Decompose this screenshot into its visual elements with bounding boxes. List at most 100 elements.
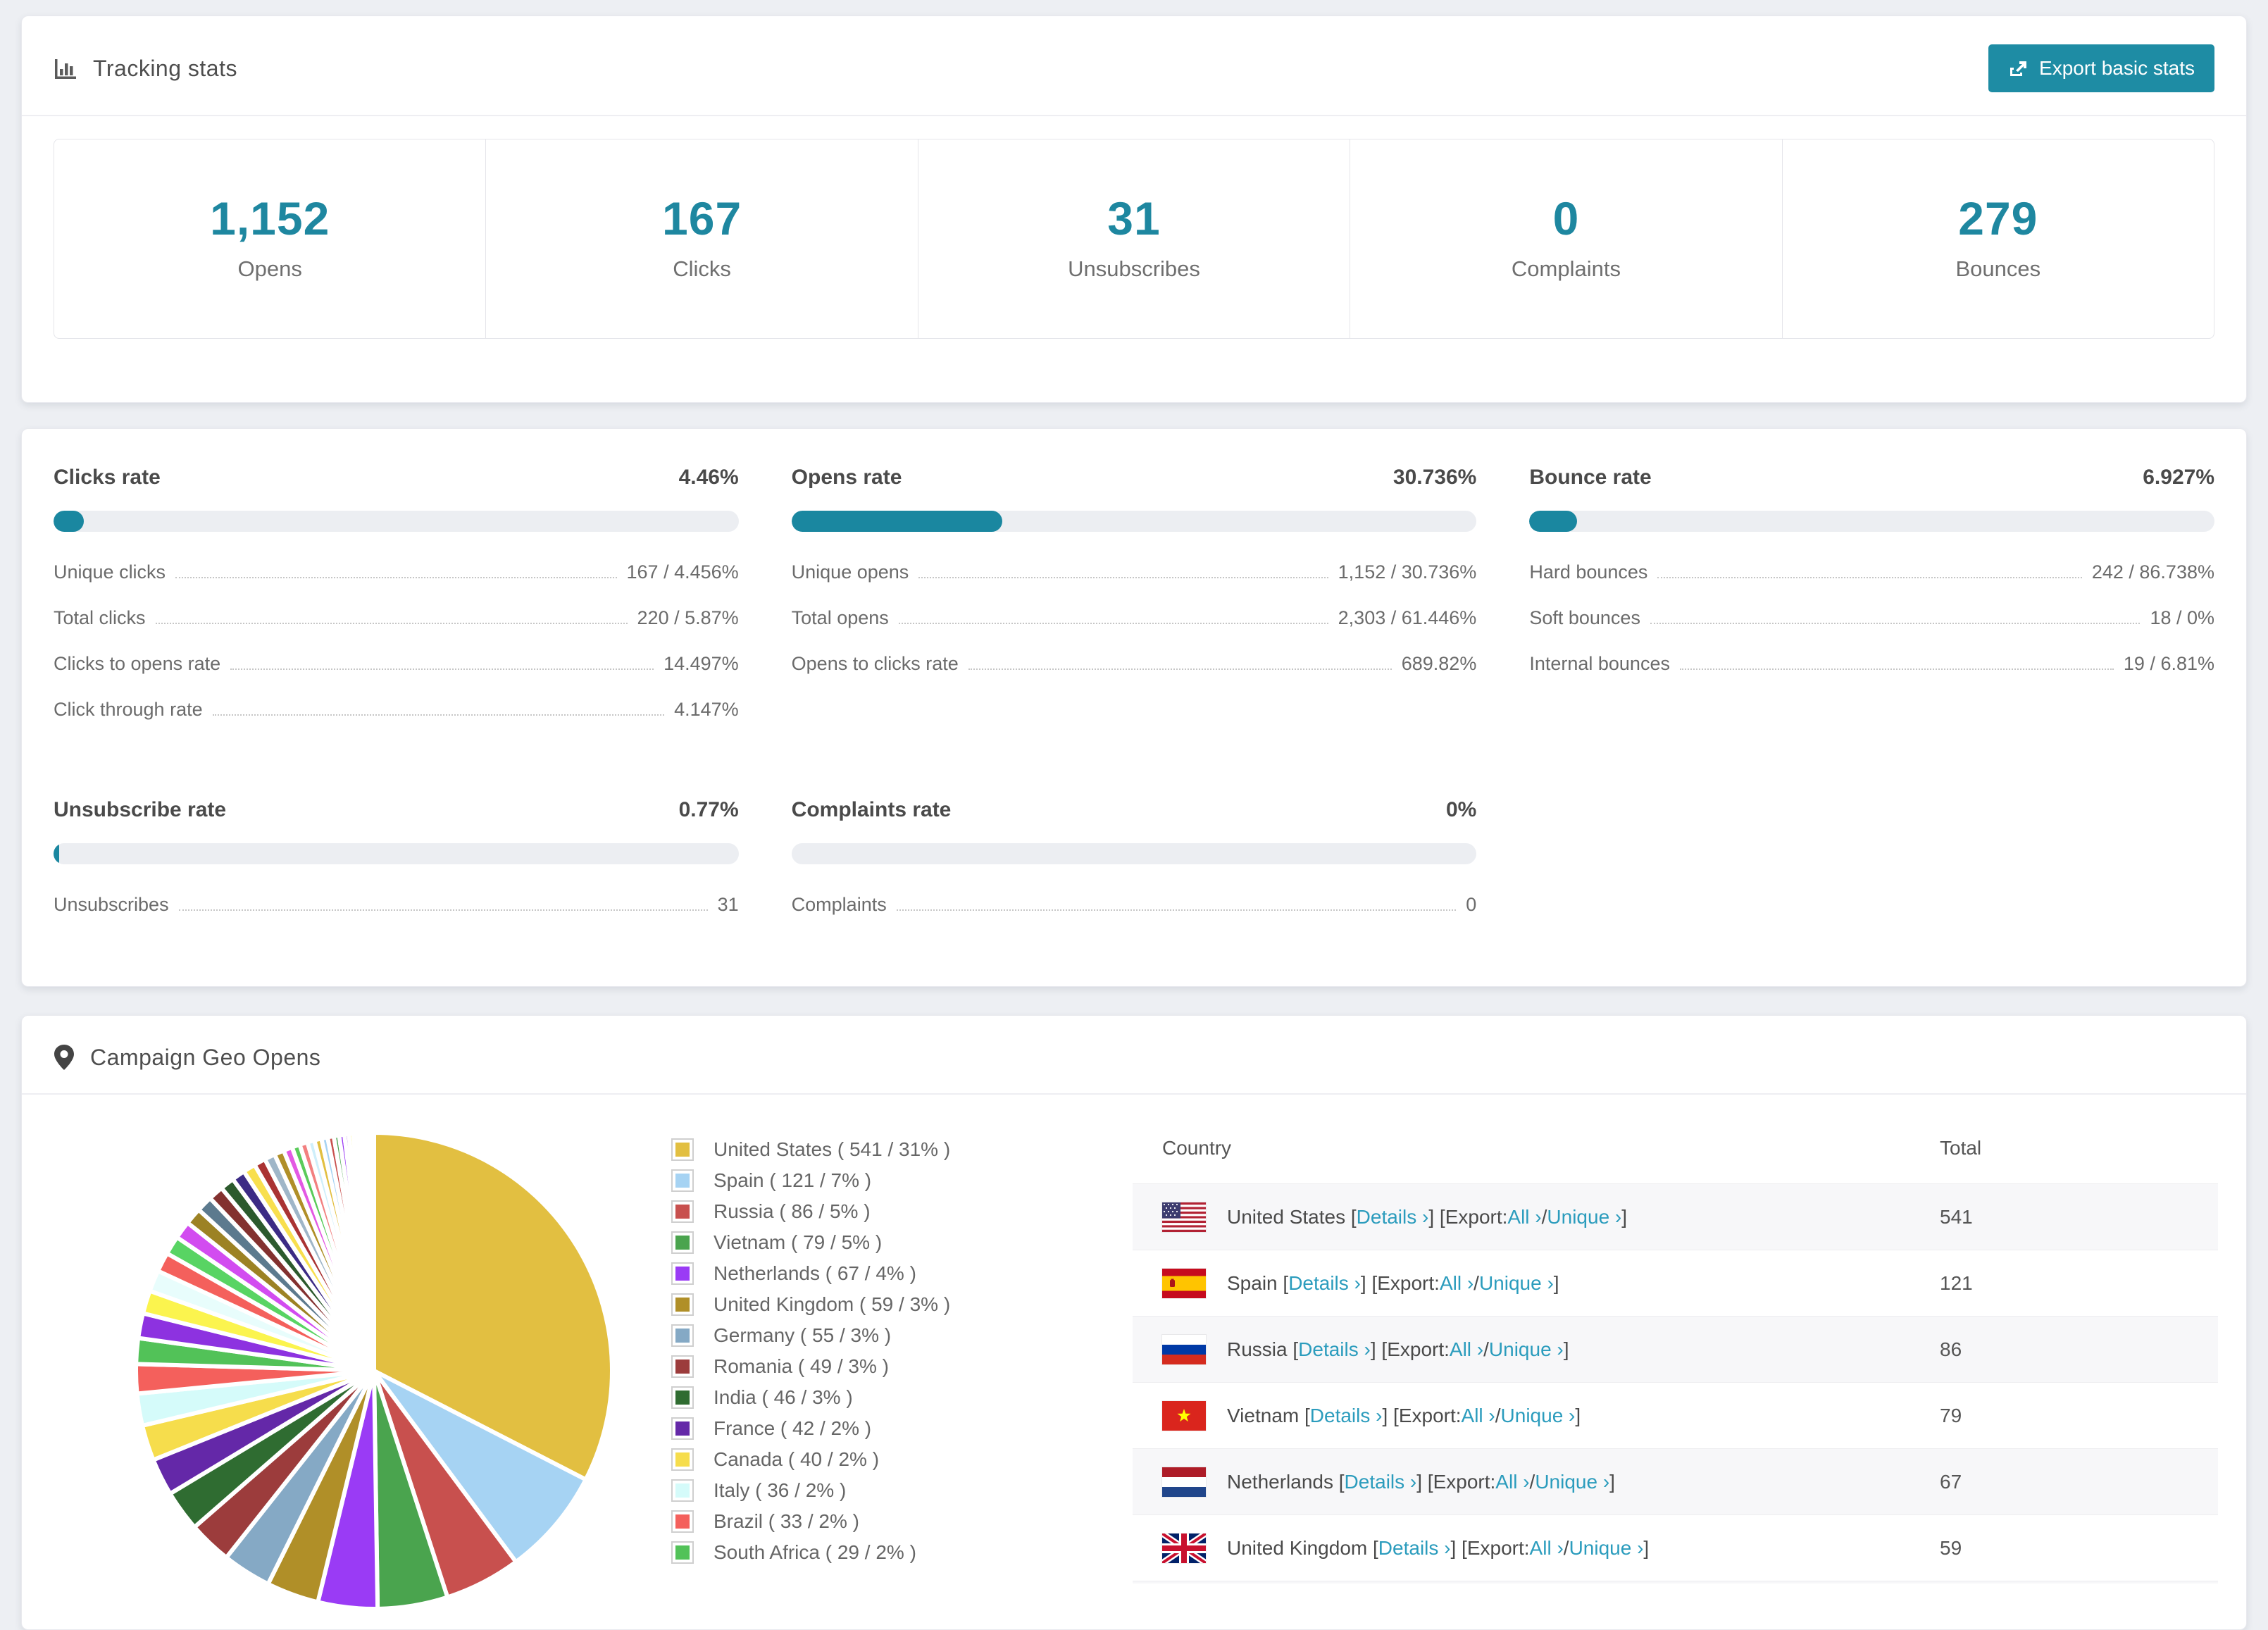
export-all-link[interactable]: All › xyxy=(1495,1471,1529,1493)
rates-card: Clicks rate 4.46% Unique clicks 167 / 4.456… xyxy=(21,428,2247,987)
rate-row-value: 2,303 / 61.446% xyxy=(1338,607,1477,628)
table-row: Netherlands [Details ›] [Export: All › /… xyxy=(1133,1448,2218,1515)
export-all-link[interactable]: All › xyxy=(1450,1338,1483,1361)
bar-chart-icon xyxy=(54,56,77,80)
dotted-leader xyxy=(155,623,628,624)
rate-header: Opens rate 30.736% xyxy=(792,466,1477,490)
geo-table-header-row: Country Total xyxy=(1133,1113,2218,1184)
legend-swatch xyxy=(671,1417,694,1440)
rate-row-label: Unsubscribes xyxy=(54,894,169,915)
total-cell: 541 xyxy=(1940,1205,1973,1228)
export-unique-link[interactable]: Unique › xyxy=(1569,1537,1644,1560)
rate-value: 0% xyxy=(1445,798,1477,821)
table-row: Germany [Details ›] [Export: All › / Uni… xyxy=(1133,1581,2218,1584)
total-cell: 67 xyxy=(1940,1470,1962,1493)
rate-row: Soft bounces 18 / 0% xyxy=(1529,607,2214,629)
legend-item: India ( 46 / 3% ) xyxy=(671,1386,1094,1409)
details-link[interactable]: Details › xyxy=(1310,1405,1383,1427)
rate-title: Opens rate xyxy=(791,466,902,489)
legend-item: Spain ( 121 / 7% ) xyxy=(671,1169,1094,1192)
legend-label: France ( 42 / 2% ) xyxy=(714,1417,872,1439)
country-cell: Germany [Details ›] [Export: All › / Uni… xyxy=(1133,1581,1940,1584)
dotted-leader xyxy=(896,909,1457,911)
legend-swatch xyxy=(671,1231,694,1254)
table-row: Russia [Details ›] [Export: All › / Uniq… xyxy=(1133,1316,2218,1383)
legend-label: Netherlands ( 67 / 4% ) xyxy=(714,1262,916,1284)
summary-stat-label: Bounces xyxy=(1955,256,2041,281)
rate-header: Complaints rate 0% xyxy=(792,798,1477,822)
geo-header: Campaign Geo Opens xyxy=(22,1016,2246,1093)
legend-swatch xyxy=(671,1138,694,1161)
pie-slice[interactable] xyxy=(370,1130,376,1371)
legend-swatch xyxy=(671,1510,694,1533)
total-column-header: Total xyxy=(1940,1137,1982,1159)
details-link[interactable]: Details › xyxy=(1357,1206,1429,1228)
legend-label: South Africa ( 29 / 2% ) xyxy=(714,1541,916,1563)
export-all-link[interactable]: All › xyxy=(1462,1405,1495,1427)
summary-stat-cell: 279 Bounces xyxy=(1781,139,2214,338)
rate-value: 4.46% xyxy=(678,466,739,489)
geo-table: Country Total United States [Details ›] … xyxy=(1133,1113,2218,1584)
page-title: Tracking stats xyxy=(93,55,237,81)
export-unique-link[interactable]: Unique › xyxy=(1535,1471,1609,1493)
summary-stat-value: 167 xyxy=(662,192,742,244)
legend-item: Brazil ( 33 / 2% ) xyxy=(671,1510,1094,1533)
rate-rows: Unique clicks 167 / 4.456% Total clicks 220… xyxy=(54,561,739,721)
campaign-geo-opens-card: Campaign Geo Opens United States ( 541 /… xyxy=(21,1015,2247,1630)
rate-row-label: Unique clicks xyxy=(54,561,166,583)
legend-label: India ( 46 / 3% ) xyxy=(714,1386,853,1408)
legend-label: Vietnam ( 79 / 5% ) xyxy=(714,1231,883,1253)
legend-label: Germany ( 55 / 3% ) xyxy=(714,1324,892,1346)
summary-stat-cell: 31 Unsubscribes xyxy=(917,139,1350,338)
export-all-link[interactable]: All › xyxy=(1440,1272,1473,1295)
rate-row: Click through rate 4.147% xyxy=(54,699,739,721)
rate-row-label: Total clicks xyxy=(54,607,146,628)
rate-header: Unsubscribe rate 0.77% xyxy=(54,798,739,822)
country-column-header: Country xyxy=(1162,1137,1232,1159)
details-link[interactable]: Details › xyxy=(1298,1338,1371,1361)
export-unique-link[interactable]: Unique › xyxy=(1479,1272,1554,1295)
rates-grid: Clicks rate 4.46% Unique clicks 167 / 4.456… xyxy=(54,466,2214,916)
rate-title: Complaints rate xyxy=(791,798,952,821)
geo-pie-chart[interactable] xyxy=(127,1123,621,1616)
dotted-leader xyxy=(1679,668,2114,670)
legend-item: Italy ( 36 / 2% ) xyxy=(671,1479,1094,1502)
rate-title: Bounce rate xyxy=(1529,466,1652,489)
rate-row: Complaints 0 xyxy=(792,894,1477,916)
export-unique-link[interactable]: Unique › xyxy=(1547,1206,1621,1228)
rate-row-value: 1,152 / 30.736% xyxy=(1338,561,1477,583)
rate-rows: Unique opens 1,152 / 30.736% Total opens 2,… xyxy=(792,561,1477,675)
total-cell: 121 xyxy=(1940,1271,1973,1294)
rate-block: Unsubscribe rate 0.77% Unsubscribes 31 xyxy=(54,798,739,916)
export-all-link[interactable]: All › xyxy=(1507,1206,1541,1228)
dotted-leader xyxy=(918,577,1328,578)
dotted-leader xyxy=(898,623,1328,624)
country-name: Spain xyxy=(1227,1271,1283,1294)
country-name: United States xyxy=(1227,1205,1351,1228)
rate-block: Opens rate 30.736% Unique opens 1,152 / 30.… xyxy=(791,466,1477,721)
legend-swatch xyxy=(671,1541,694,1564)
legend-label: Canada ( 40 / 2% ) xyxy=(714,1448,880,1470)
export-basic-stats-button[interactable]: Export basic stats xyxy=(1988,44,2214,92)
rate-row-value: 18 / 0% xyxy=(2150,607,2214,628)
country-cell: Netherlands [Details ›] [Export: All › /… xyxy=(1133,1449,1940,1515)
legend-label: Italy ( 36 / 2% ) xyxy=(714,1479,847,1501)
export-unique-link[interactable]: Unique › xyxy=(1501,1405,1576,1427)
details-link[interactable]: Details › xyxy=(1345,1471,1417,1493)
export-unique-link[interactable]: Unique › xyxy=(1489,1338,1564,1361)
details-link[interactable]: Details › xyxy=(1288,1272,1361,1295)
legend-item: United Kingdom ( 59 / 3% ) xyxy=(671,1293,1094,1316)
rate-block: Complaints rate 0% Complaints 0 xyxy=(791,798,1477,916)
rate-row-label: Soft bounces xyxy=(1529,607,1640,628)
legend-item: Romania ( 49 / 3% ) xyxy=(671,1355,1094,1378)
rate-row-value: 19 / 6.81% xyxy=(2123,653,2214,674)
rate-row: Total clicks 220 / 5.87% xyxy=(54,607,739,629)
rate-title: Unsubscribe rate xyxy=(54,798,227,821)
details-link[interactable]: Details › xyxy=(1378,1537,1451,1560)
flag-nl-icon xyxy=(1162,1467,1206,1497)
legend-swatch xyxy=(671,1479,694,1502)
legend-item: Vietnam ( 79 / 5% ) xyxy=(671,1231,1094,1254)
rate-row: Opens to clicks rate 689.82% xyxy=(792,653,1477,675)
export-all-link[interactable]: All › xyxy=(1530,1537,1564,1560)
legend-label: Romania ( 49 / 3% ) xyxy=(714,1355,889,1377)
